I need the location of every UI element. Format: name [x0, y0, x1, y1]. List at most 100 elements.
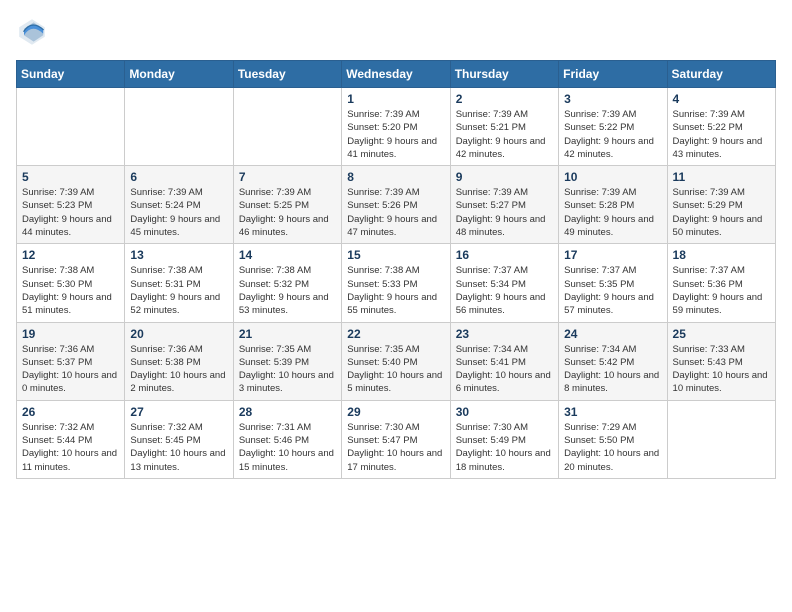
day-number: 2 — [456, 92, 553, 106]
calendar-cell: 19 Sunrise: 7:36 AM Sunset: 5:37 PM Dayli… — [17, 322, 125, 400]
cell-text: Sunrise: 7:39 AM Sunset: 5:25 PM Dayligh… — [239, 186, 336, 239]
day-number: 17 — [564, 248, 661, 262]
cell-text: Sunrise: 7:38 AM Sunset: 5:32 PM Dayligh… — [239, 264, 336, 317]
day-number: 10 — [564, 170, 661, 184]
cell-text: Sunrise: 7:39 AM Sunset: 5:23 PM Dayligh… — [22, 186, 119, 239]
calendar-cell: 28 Sunrise: 7:31 AM Sunset: 5:46 PM Dayli… — [233, 400, 341, 478]
cell-text: Sunrise: 7:34 AM Sunset: 5:41 PM Dayligh… — [456, 343, 553, 396]
day-number: 9 — [456, 170, 553, 184]
day-number: 27 — [130, 405, 227, 419]
logo-icon — [16, 16, 48, 48]
calendar-cell: 14Sunrise: 7:38 AM Sunset: 5:32 PM Dayli… — [233, 244, 341, 322]
cell-text: Sunrise: 7:37 AM Sunset: 5:34 PM Dayligh… — [456, 264, 553, 317]
calendar-cell: 31 Sunrise: 7:29 AM Sunset: 5:50 PM Dayli… — [559, 400, 667, 478]
calendar-cell: 29Sunrise: 7:30 AM Sunset: 5:47 PM Dayli… — [342, 400, 450, 478]
weekday-header-friday: Friday — [559, 61, 667, 88]
calendar-cell: 5 Sunrise: 7:39 AM Sunset: 5:23 PM Daylig… — [17, 166, 125, 244]
cell-text: Sunrise: 7:38 AM Sunset: 5:33 PM Dayligh… — [347, 264, 444, 317]
calendar-cell: 25 Sunrise: 7:33 AM Sunset: 5:43 PM Dayli… — [667, 322, 775, 400]
week-row-4: 19 Sunrise: 7:36 AM Sunset: 5:37 PM Dayli… — [17, 322, 776, 400]
calendar-cell: 10Sunrise: 7:39 AM Sunset: 5:28 PM Dayli… — [559, 166, 667, 244]
day-number: 23 — [456, 327, 553, 341]
day-number: 24 — [564, 327, 661, 341]
day-number: 20 — [130, 327, 227, 341]
calendar-cell: 9Sunrise: 7:39 AM Sunset: 5:27 PM Daylig… — [450, 166, 558, 244]
calendar-cell: 16 Sunrise: 7:37 AM Sunset: 5:34 PM Dayli… — [450, 244, 558, 322]
cell-text: Sunrise: 7:38 AM Sunset: 5:31 PM Dayligh… — [130, 264, 227, 317]
day-number: 18 — [673, 248, 770, 262]
calendar-cell: 20Sunrise: 7:36 AM Sunset: 5:38 PM Dayli… — [125, 322, 233, 400]
calendar-cell: 8 Sunrise: 7:39 AM Sunset: 5:26 PM Daylig… — [342, 166, 450, 244]
calendar-table: SundayMondayTuesdayWednesdayThursdayFrid… — [16, 60, 776, 479]
cell-text: Sunrise: 7:33 AM Sunset: 5:43 PM Dayligh… — [673, 343, 770, 396]
week-row-2: 5 Sunrise: 7:39 AM Sunset: 5:23 PM Daylig… — [17, 166, 776, 244]
cell-text: Sunrise: 7:39 AM Sunset: 5:22 PM Dayligh… — [564, 108, 661, 161]
day-number: 15 — [347, 248, 444, 262]
calendar-cell: 2Sunrise: 7:39 AM Sunset: 5:21 PM Daylig… — [450, 88, 558, 166]
day-number: 19 — [22, 327, 119, 341]
calendar-cell — [17, 88, 125, 166]
cell-text: Sunrise: 7:39 AM Sunset: 5:22 PM Dayligh… — [673, 108, 770, 161]
calendar-cell: 22 Sunrise: 7:35 AM Sunset: 5:40 PM Dayli… — [342, 322, 450, 400]
calendar-cell: 11 Sunrise: 7:39 AM Sunset: 5:29 PM Dayli… — [667, 166, 775, 244]
cell-text: Sunrise: 7:31 AM Sunset: 5:46 PM Dayligh… — [239, 421, 336, 474]
calendar-cell: 26 Sunrise: 7:32 AM Sunset: 5:44 PM Dayli… — [17, 400, 125, 478]
calendar-cell — [125, 88, 233, 166]
cell-text: Sunrise: 7:29 AM Sunset: 5:50 PM Dayligh… — [564, 421, 661, 474]
calendar-cell: 1 Sunrise: 7:39 AM Sunset: 5:20 PM Daylig… — [342, 88, 450, 166]
cell-text: Sunrise: 7:32 AM Sunset: 5:44 PM Dayligh… — [22, 421, 119, 474]
weekday-header-wednesday: Wednesday — [342, 61, 450, 88]
day-number: 11 — [673, 170, 770, 184]
week-row-3: 12Sunrise: 7:38 AM Sunset: 5:30 PM Dayli… — [17, 244, 776, 322]
cell-text: Sunrise: 7:39 AM Sunset: 5:24 PM Dayligh… — [130, 186, 227, 239]
day-number: 12 — [22, 248, 119, 262]
cell-text: Sunrise: 7:37 AM Sunset: 5:36 PM Dayligh… — [673, 264, 770, 317]
day-number: 8 — [347, 170, 444, 184]
weekday-header-row: SundayMondayTuesdayWednesdayThursdayFrid… — [17, 61, 776, 88]
cell-text: Sunrise: 7:35 AM Sunset: 5:40 PM Dayligh… — [347, 343, 444, 396]
week-row-5: 26 Sunrise: 7:32 AM Sunset: 5:44 PM Dayli… — [17, 400, 776, 478]
day-number: 4 — [673, 92, 770, 106]
cell-text: Sunrise: 7:32 AM Sunset: 5:45 PM Dayligh… — [130, 421, 227, 474]
calendar-cell: 21 Sunrise: 7:35 AM Sunset: 5:39 PM Dayli… — [233, 322, 341, 400]
weekday-header-saturday: Saturday — [667, 61, 775, 88]
day-number: 6 — [130, 170, 227, 184]
cell-text: Sunrise: 7:30 AM Sunset: 5:49 PM Dayligh… — [456, 421, 553, 474]
cell-text: Sunrise: 7:39 AM Sunset: 5:26 PM Dayligh… — [347, 186, 444, 239]
day-number: 21 — [239, 327, 336, 341]
day-number: 7 — [239, 170, 336, 184]
page-header — [16, 16, 776, 48]
logo — [16, 16, 52, 48]
calendar-cell: 18 Sunrise: 7:37 AM Sunset: 5:36 PM Dayli… — [667, 244, 775, 322]
cell-text: Sunrise: 7:34 AM Sunset: 5:42 PM Dayligh… — [564, 343, 661, 396]
weekday-header-sunday: Sunday — [17, 61, 125, 88]
cell-text: Sunrise: 7:36 AM Sunset: 5:37 PM Dayligh… — [22, 343, 119, 396]
calendar-cell: 3 Sunrise: 7:39 AM Sunset: 5:22 PM Daylig… — [559, 88, 667, 166]
weekday-header-tuesday: Tuesday — [233, 61, 341, 88]
day-number: 22 — [347, 327, 444, 341]
day-number: 13 — [130, 248, 227, 262]
cell-text: Sunrise: 7:37 AM Sunset: 5:35 PM Dayligh… — [564, 264, 661, 317]
calendar-cell: 6 Sunrise: 7:39 AM Sunset: 5:24 PM Daylig… — [125, 166, 233, 244]
cell-text: Sunrise: 7:35 AM Sunset: 5:39 PM Dayligh… — [239, 343, 336, 396]
day-number: 25 — [673, 327, 770, 341]
calendar-cell: 24 Sunrise: 7:34 AM Sunset: 5:42 PM Dayli… — [559, 322, 667, 400]
week-row-1: 1 Sunrise: 7:39 AM Sunset: 5:20 PM Daylig… — [17, 88, 776, 166]
calendar-cell: 15 Sunrise: 7:38 AM Sunset: 5:33 PM Dayli… — [342, 244, 450, 322]
calendar-cell — [667, 400, 775, 478]
day-number: 26 — [22, 405, 119, 419]
day-number: 29 — [347, 405, 444, 419]
calendar-cell: 17 Sunrise: 7:37 AM Sunset: 5:35 PM Dayli… — [559, 244, 667, 322]
cell-text: Sunrise: 7:39 AM Sunset: 5:20 PM Dayligh… — [347, 108, 444, 161]
day-number: 31 — [564, 405, 661, 419]
calendar-cell: 23 Sunrise: 7:34 AM Sunset: 5:41 PM Dayli… — [450, 322, 558, 400]
cell-text: Sunrise: 7:39 AM Sunset: 5:29 PM Dayligh… — [673, 186, 770, 239]
calendar-cell: 27 Sunrise: 7:32 AM Sunset: 5:45 PM Dayli… — [125, 400, 233, 478]
day-number: 1 — [347, 92, 444, 106]
day-number: 3 — [564, 92, 661, 106]
day-number: 5 — [22, 170, 119, 184]
day-number: 28 — [239, 405, 336, 419]
day-number: 16 — [456, 248, 553, 262]
weekday-header-monday: Monday — [125, 61, 233, 88]
calendar-cell: 12Sunrise: 7:38 AM Sunset: 5:30 PM Dayli… — [17, 244, 125, 322]
